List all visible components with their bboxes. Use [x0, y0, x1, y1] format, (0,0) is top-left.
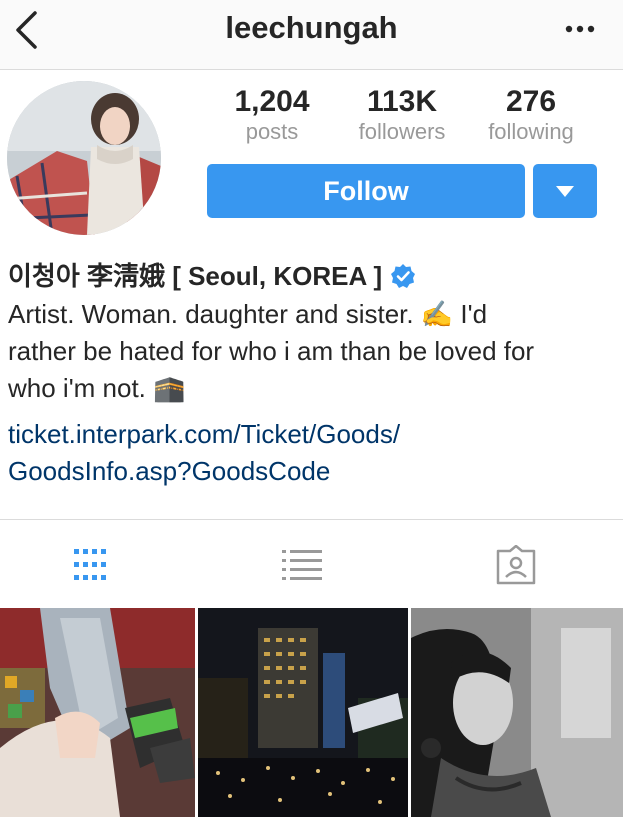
profile-username-title: leechungah	[225, 10, 398, 45]
profile-avatar[interactable]	[7, 81, 161, 235]
profile-view-tabs	[0, 519, 623, 608]
posts-label: posts	[245, 119, 299, 144]
tab-list-view[interactable]	[242, 520, 362, 609]
following-label: following	[488, 119, 574, 144]
followers-count: 113K	[366, 85, 438, 118]
tab-tagged-photos[interactable]	[456, 520, 576, 609]
stat-following[interactable]: 276 following	[466, 84, 596, 144]
list-icon	[282, 549, 322, 580]
bio-website-link[interactable]: ticket.interpark.com/Ticket/Goods/ Goods…	[8, 416, 618, 490]
profile-bio: 이청아 李淸娥 [ Seoul, KOREA ] Artist. Woman. …	[8, 256, 618, 490]
top-nav-bar: leechungah	[0, 0, 623, 70]
grid-icon	[74, 548, 106, 580]
suggested-accounts-dropdown-button[interactable]	[533, 164, 597, 218]
followers-label: followers	[358, 119, 446, 144]
following-count: 276	[505, 85, 557, 118]
stat-followers[interactable]: 113K followers	[337, 84, 467, 144]
profile-full-name-row: 이청아 李淸娥 [ Seoul, KOREA ]	[8, 256, 618, 296]
photo-thumbnail[interactable]	[411, 608, 623, 817]
bio-link-line-1: ticket.interpark.com/Ticket/Goods/	[8, 419, 401, 449]
follow-button[interactable]: Follow	[207, 164, 525, 218]
verified-badge-icon	[390, 263, 416, 289]
avatar-image	[7, 81, 161, 235]
bio-text-line-1: Artist. Woman. daughter and sister. ✍️ I…	[8, 299, 488, 329]
dropdown-caret-icon	[556, 185, 574, 197]
photo-grid	[0, 608, 623, 817]
bio-link-line-2: GoodsInfo.asp?GoodsCode	[8, 456, 331, 486]
profile-full-name: 이청아 李淸娥 [ Seoul, KOREA ]	[8, 261, 383, 291]
photo-thumbnail[interactable]	[0, 608, 195, 817]
posts-count: 1,204	[234, 85, 310, 118]
stat-posts[interactable]: 1,204 posts	[207, 84, 337, 144]
more-options-button[interactable]	[555, 14, 605, 44]
bio-text-line-3: who i'm not. 🕋	[8, 373, 186, 403]
tab-grid-view[interactable]	[30, 520, 150, 609]
tagged-icon	[496, 544, 536, 584]
bio-text-line-2: rather be hated for who i am than be lov…	[8, 336, 535, 366]
photo-thumbnail[interactable]	[198, 608, 408, 817]
more-dots-icon	[565, 25, 595, 33]
